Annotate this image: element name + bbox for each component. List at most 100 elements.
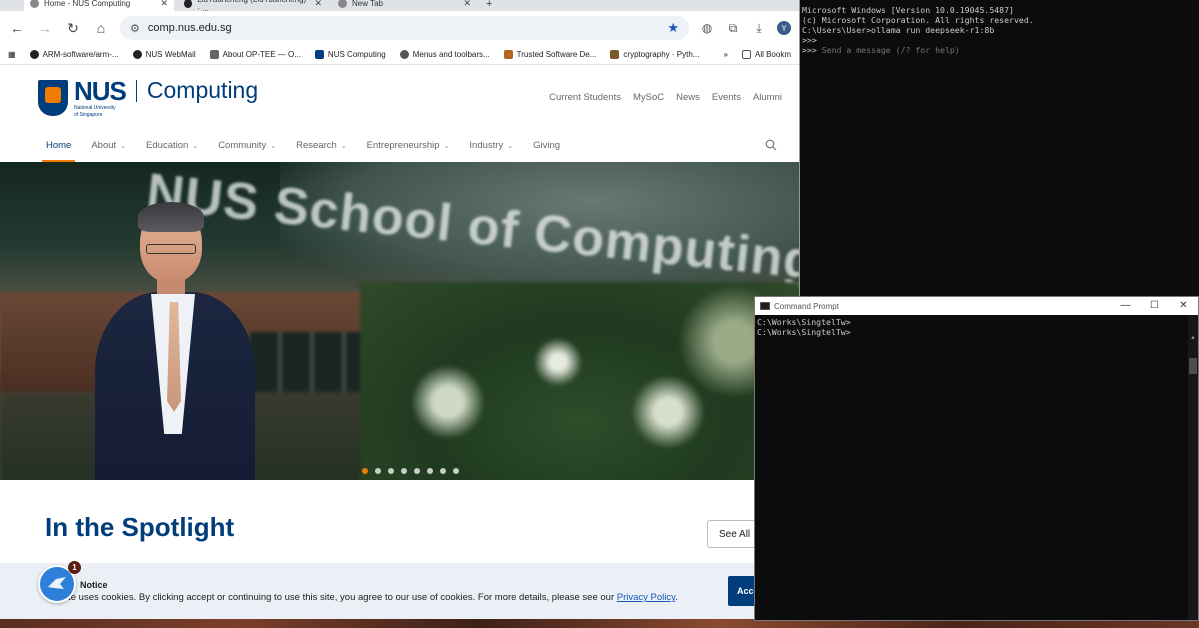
tab-new-tab[interactable]: New Tab ✕	[332, 0, 477, 11]
address-bar[interactable]: ⚙ comp.nus.edu.sg ★	[120, 16, 689, 40]
notice-body: ite uses cookies. By clicking accept or …	[66, 592, 617, 603]
profile-avatar[interactable]: Y	[777, 21, 791, 35]
cmd-console[interactable]: C:\Works\SingtelTw> C:\Works\SingtelTw>	[755, 315, 1198, 337]
window-controls: — ☐ ✕	[1111, 297, 1198, 315]
maximize-button[interactable]: ☐	[1140, 297, 1169, 315]
home-button[interactable]: ⌂	[92, 19, 110, 37]
extension-icon[interactable]: ◍	[699, 20, 715, 36]
back-button[interactable]: ←	[8, 19, 26, 37]
scrollbar[interactable]: ▲	[1188, 315, 1198, 620]
nav-label: Community	[218, 140, 267, 151]
spotlight-title: In the Spotlight	[45, 512, 235, 542]
carousel-dot[interactable]	[440, 468, 446, 474]
util-link-mysoc[interactable]: MySoC	[633, 92, 664, 103]
nav-community[interactable]: Community ⌄	[218, 129, 276, 162]
tab-title: New Tab	[352, 0, 383, 8]
carousel-dot[interactable]	[453, 468, 459, 474]
hero-carousel[interactable]: NUS School of Computing	[0, 162, 799, 480]
util-link-alumni[interactable]: Alumni	[753, 92, 782, 103]
bookmark-item[interactable]: NUS WebMail	[132, 50, 196, 59]
reload-button[interactable]: ↻	[64, 19, 82, 37]
plus-icon: +	[486, 0, 493, 10]
folder-icon	[741, 50, 751, 59]
nav-label: About	[91, 140, 117, 151]
minimize-button[interactable]: —	[1111, 297, 1140, 315]
bookmarks-bar: ▦ ARM-software/arm-... NUS WebMail About…	[0, 45, 799, 65]
nav-home[interactable]: Home	[41, 129, 76, 162]
nav-label: Giving	[533, 140, 561, 151]
logo-computing-text: Computing	[146, 77, 259, 103]
cmd-icon	[760, 302, 770, 310]
bookmark-item[interactable]: ARM-software/arm-...	[29, 50, 119, 59]
carousel-dot[interactable]	[401, 468, 407, 474]
bird-icon	[48, 577, 66, 589]
hero-portrait	[95, 202, 255, 480]
close-button[interactable]: ✕	[1169, 297, 1198, 315]
spotlight-section: In the Spotlight See All	[0, 480, 799, 564]
carousel-dot[interactable]	[427, 468, 433, 474]
close-tab-icon[interactable]: ✕	[314, 0, 322, 9]
carousel-dot[interactable]	[388, 468, 394, 474]
apps-grid-icon[interactable]: ▦	[8, 50, 16, 59]
util-link-current-students[interactable]: Current Students	[549, 92, 621, 103]
cookie-notice: Notice ite uses cookies. By clicking acc…	[0, 563, 799, 619]
bookmark-item[interactable]: NUS Computing	[314, 50, 386, 59]
nav-giving[interactable]: Giving	[533, 129, 560, 162]
tab-nus-computing[interactable]: Home - NUS Computing ✕	[24, 0, 174, 11]
bookmark-item[interactable]: Menus and toolbars...	[399, 50, 490, 59]
browser-window: Home - NUS Computing ✕ LiuYuancheng (Liu…	[0, 0, 800, 619]
nav-research[interactable]: Research ⌄	[296, 129, 347, 162]
chevron-down-icon: ⌄	[507, 142, 514, 150]
new-tab-button[interactable]: +	[480, 0, 498, 11]
scroll-up-icon[interactable]: ▲	[1189, 335, 1197, 343]
nav-education[interactable]: Education ⌄	[146, 129, 198, 162]
chevron-down-icon: ⌄	[120, 142, 127, 150]
extensions-puzzle-icon[interactable]: ⧉	[725, 20, 741, 36]
nav-label: Entrepreneurship	[366, 140, 440, 151]
util-link-events[interactable]: Events	[712, 92, 741, 103]
nav-entrepreneurship[interactable]: Entrepreneurship ⌄	[367, 129, 450, 162]
search-icon[interactable]	[765, 139, 777, 151]
bookmark-item[interactable]: cryptography · Pyth...	[610, 50, 699, 59]
terminal-line: C:\Works\SingtelTw>	[757, 327, 851, 337]
tab-title: LiuYuancheng (LiuYuancheng) · ...	[197, 0, 306, 11]
command-prompt-window: Command Prompt — ☐ ✕ C:\Works\SingtelTw>…	[754, 296, 1199, 621]
globe-icon	[399, 50, 409, 59]
logo-divider	[135, 80, 137, 102]
carousel-dot[interactable]	[375, 468, 381, 474]
nav-about[interactable]: About ⌄	[91, 129, 126, 162]
nus-computing-logo[interactable]: NUS National University of Singapore Com…	[38, 78, 258, 118]
github-icon	[184, 0, 193, 8]
tab-github[interactable]: LiuYuancheng (LiuYuancheng) · ... ✕	[178, 0, 328, 11]
bookmark-star-icon[interactable]: ★	[667, 20, 679, 36]
forward-button[interactable]: →	[36, 19, 54, 37]
notification-badge: 1	[68, 561, 81, 574]
bookmarks-overflow-icon[interactable]: »	[724, 50, 728, 59]
carousel-dot[interactable]	[414, 468, 420, 474]
chevron-down-icon: ⌄	[340, 142, 347, 150]
close-tab-icon[interactable]: ✕	[463, 0, 471, 9]
window-titlebar[interactable]: Command Prompt — ☐ ✕	[755, 297, 1198, 315]
nav-industry[interactable]: Industry ⌄	[469, 129, 513, 162]
bookmark-item[interactable]: About OP-TEE — O...	[209, 50, 301, 59]
prompt-placeholder[interactable]: Send a message (/? for help)	[822, 45, 960, 55]
notice-end: .	[675, 592, 678, 603]
nav-label: Research	[296, 140, 337, 151]
nav-label: Home	[46, 140, 72, 151]
close-tab-icon[interactable]: ✕	[160, 0, 168, 9]
site-info-icon[interactable]: ⚙	[130, 22, 140, 35]
download-icon[interactable]: ⤓	[751, 20, 767, 36]
carousel-dot[interactable]	[362, 468, 368, 474]
ollama-terminal[interactable]: Microsoft Windows [Version 10.0.19045.54…	[800, 0, 1199, 296]
webmail-icon	[132, 50, 142, 59]
nav-label: Education	[146, 140, 189, 151]
nus-icon	[314, 50, 324, 59]
privacy-policy-link[interactable]: Privacy Policy	[617, 592, 675, 603]
bookmark-item[interactable]: Trusted Software De...	[503, 50, 596, 59]
notice-title: Notice	[80, 580, 108, 590]
scroll-thumb[interactable]	[1189, 358, 1197, 374]
all-bookmarks[interactable]: All Bookm	[741, 50, 791, 59]
logo-nus-text: NUS	[74, 76, 127, 106]
tab-title: Home - NUS Computing	[44, 0, 131, 8]
util-link-news[interactable]: News	[676, 92, 700, 103]
